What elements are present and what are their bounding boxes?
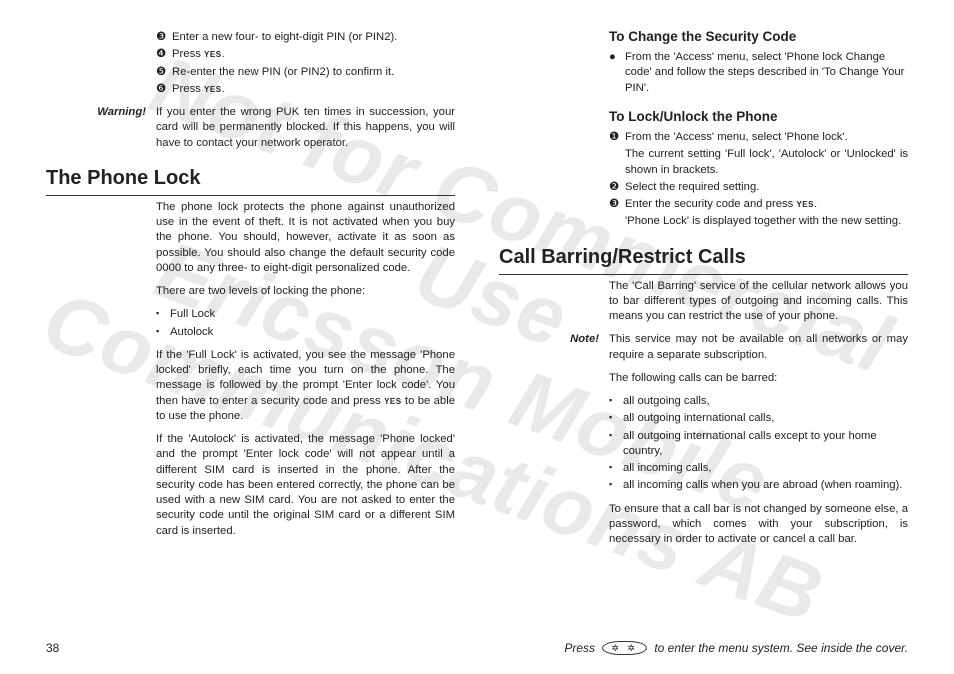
barred-calls-list: all outgoing calls, all outgoing internat… (609, 394, 908, 494)
page-content: ❸ Enter a new four- to eight-digit PIN (o… (0, 0, 954, 600)
warning-block: Warning! If you enter the wrong PUK ten … (156, 105, 455, 151)
step-text: From the 'Access' menu, select 'Phone lo… (625, 51, 904, 94)
step-marker: ❸ (609, 197, 619, 212)
list-item: all outgoing international calls, (609, 411, 908, 426)
lock-levels-list: Full Lock Autolock (156, 307, 455, 340)
list-item: Autolock (156, 325, 455, 340)
step-text: Select the required setting. (625, 181, 759, 193)
phone-lock-p1: The phone lock protects the phone agains… (156, 200, 455, 276)
list-item: all incoming calls, (609, 461, 908, 476)
pin-steps-continued: ❸ Enter a new four- to eight-digit PIN (o… (156, 30, 455, 97)
step-item: ❸ Enter a new four- to eight-digit PIN (o… (156, 30, 455, 45)
list-item: Full Lock (156, 307, 455, 322)
list-item: all incoming calls when you are abroad (… (609, 478, 908, 493)
step-subtext: 'Phone Lock' is displayed together with … (625, 214, 908, 229)
step-text: Press yes. (172, 83, 225, 95)
step-text: Re-enter the new PIN (or PIN2) to confir… (172, 66, 394, 78)
heading-phone-lock: The Phone Lock (46, 165, 455, 196)
step-marker: ❸ (156, 30, 166, 45)
note-label: Note! (499, 332, 599, 347)
step-marker: ● (609, 50, 616, 65)
warning-text: If you enter the wrong PUK ten times in … (156, 106, 455, 149)
step-marker: ❻ (156, 82, 166, 97)
step-item: ❶ From the 'Access' menu, select 'Phone l… (609, 130, 908, 178)
step-subtext: The current setting 'Full lock', 'Autolo… (625, 147, 908, 178)
step-item: ❸ Enter the security code and press yes. '… (609, 197, 908, 230)
heading-lock-unlock: To Lock/Unlock the Phone (609, 108, 908, 126)
phone-lock-p2: There are two levels of locking the phon… (156, 284, 455, 299)
step-item: ❷ Select the required setting. (609, 180, 908, 195)
footer-hint: Press ✲ ✲ to enter the menu system. See … (564, 640, 908, 656)
step-text: Enter the security code and press yes. (625, 198, 817, 210)
note-text: This service may not be available on all… (609, 333, 908, 360)
page-footer: 38 Press ✲ ✲ to enter the menu system. S… (46, 640, 908, 656)
warning-label: Warning! (46, 105, 146, 120)
nav-key-icon: ✲ ✲ (602, 641, 647, 655)
step-text: From the 'Access' menu, select 'Phone lo… (625, 131, 848, 143)
list-item: all outgoing international calls except … (609, 429, 908, 460)
security-code-steps: ● From the 'Access' menu, select 'Phone l… (609, 50, 908, 96)
phone-lock-p4: If the 'Autolock' is activated, the mess… (156, 432, 455, 539)
step-text: Enter a new four- to eight-digit PIN (or… (172, 31, 397, 43)
call-barring-p1: The 'Call Barring' service of the cellul… (609, 279, 908, 325)
phone-lock-p3: If the 'Full Lock' is activated, you see… (156, 348, 455, 424)
step-item: ❺ Re-enter the new PIN (or PIN2) to confi… (156, 65, 455, 80)
step-item: ❹ Press yes. (156, 47, 455, 62)
step-item: ❻ Press yes. (156, 82, 455, 97)
step-item: ● From the 'Access' menu, select 'Phone l… (609, 50, 908, 96)
lock-unlock-steps: ❶ From the 'Access' menu, select 'Phone l… (609, 130, 908, 230)
list-item: all outgoing calls, (609, 394, 908, 409)
step-marker: ❶ (609, 130, 619, 145)
note-block: Note! This service may not be available … (609, 332, 908, 363)
step-marker: ❹ (156, 47, 166, 62)
heading-call-barring: Call Barring/Restrict Calls (499, 244, 908, 275)
call-barring-p2: The following calls can be barred: (609, 371, 908, 386)
step-marker: ❷ (609, 180, 619, 195)
page-number: 38 (46, 640, 59, 656)
heading-change-security-code: To Change the Security Code (609, 28, 908, 46)
step-marker: ❺ (156, 65, 166, 80)
step-text: Press yes. (172, 48, 225, 60)
call-barring-p3: To ensure that a call bar is not changed… (609, 502, 908, 548)
